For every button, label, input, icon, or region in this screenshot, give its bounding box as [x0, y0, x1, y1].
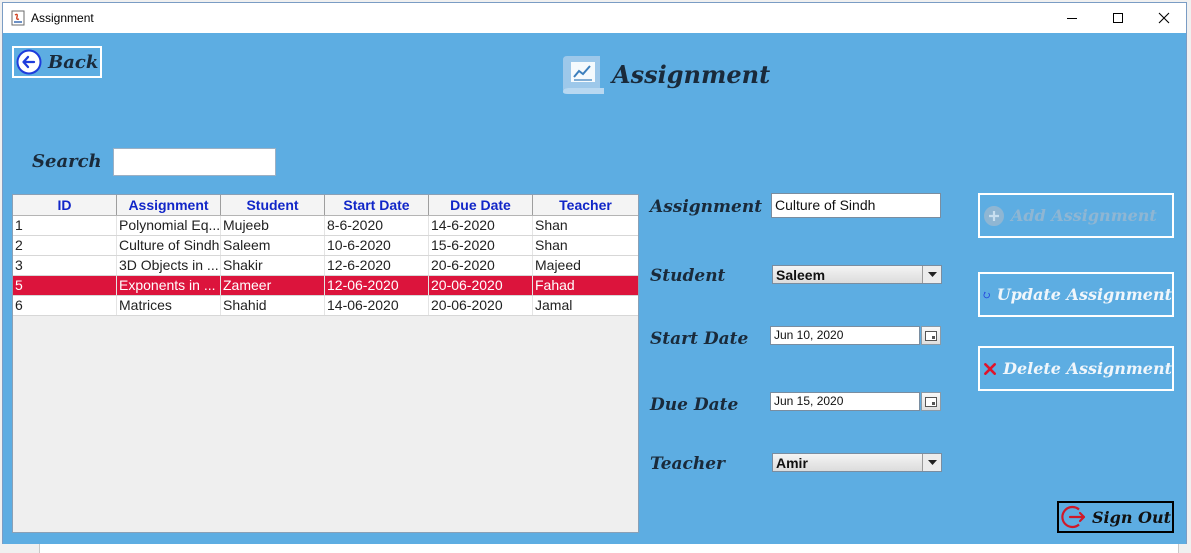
sign-out-label: Sign Out — [1092, 507, 1171, 527]
student-select-value: Saleem — [776, 266, 826, 283]
student-label: Student — [650, 266, 726, 286]
maximize-button[interactable] — [1095, 3, 1141, 33]
cell-student: Mujeeb — [221, 216, 325, 235]
column-header-start-date[interactable]: Start Date — [325, 195, 429, 215]
cell-student: Shahid — [221, 296, 325, 315]
student-select[interactable]: Saleem — [772, 265, 942, 284]
table-row[interactable]: 2 Culture of Sindh Saleem 10-6-2020 15-6… — [13, 236, 638, 256]
calendar-icon — [925, 396, 937, 407]
logout-icon — [1061, 505, 1086, 529]
chart-document-icon — [563, 56, 604, 94]
cell-teacher: Shan — [535, 237, 568, 253]
start-date-label: Start Date — [650, 329, 749, 349]
page-title: Assignment — [612, 60, 771, 89]
cell-student: Saleem — [221, 236, 325, 255]
back-label: Back — [48, 51, 99, 73]
back-button[interactable]: Back — [12, 46, 102, 78]
delete-assignment-button[interactable]: Delete Assignment — [978, 346, 1174, 391]
x-icon — [984, 362, 997, 375]
cell-assignment: Culture of Sindh — [119, 236, 221, 255]
refresh-icon — [983, 291, 990, 298]
search-label: Search — [32, 151, 102, 172]
chevron-down-icon[interactable] — [922, 454, 941, 471]
cell-start-date: 12-06-2020 — [325, 276, 429, 295]
due-date-label: Due Date — [650, 395, 739, 415]
window-title: Assignment — [31, 11, 94, 25]
cell-due-date: 14-6-2020 — [429, 216, 533, 235]
arrow-left-circle-icon — [16, 49, 42, 75]
table-header: ID Assignment Student Start Date Due Dat… — [13, 195, 638, 216]
column-header-teacher[interactable]: Teacher — [533, 195, 638, 215]
close-button[interactable] — [1141, 3, 1187, 33]
cell-id: 1 — [13, 216, 117, 235]
cell-start-date: 14-06-2020 — [325, 296, 429, 315]
chevron-down-icon[interactable] — [922, 266, 941, 283]
start-date-field[interactable]: Jun 10, 2020 — [770, 326, 920, 345]
assignment-field[interactable]: Culture of Sindh — [771, 193, 941, 218]
plus-circle-icon — [984, 205, 1004, 226]
main-panel: Back Assignment Search ID Assignment Stu… — [3, 33, 1186, 544]
cell-id: 5 — [13, 276, 117, 295]
cell-start-date: 12-6-2020 — [325, 256, 429, 275]
teacher-select-value: Amir — [776, 454, 808, 471]
title-bar: Assignment — [3, 3, 1186, 33]
sign-out-button[interactable]: Sign Out — [1057, 501, 1174, 533]
teacher-select[interactable]: Amir — [772, 453, 942, 472]
table-row-selected[interactable]: 5 Exponents in ... Zameer 12-06-2020 20-… — [13, 276, 638, 296]
minimize-icon — [1067, 18, 1077, 19]
add-assignment-label: Add Assignment — [1011, 206, 1157, 225]
cell-id: 2 — [13, 236, 117, 255]
cell-due-date: 20-06-2020 — [429, 296, 533, 315]
cell-start-date: 8-6-2020 — [325, 216, 429, 235]
cell-id: 6 — [13, 296, 117, 315]
background-window-strip — [39, 544, 1179, 553]
table-row[interactable]: 1 Polynomial Eq... Mujeeb 8-6-2020 14-6-… — [13, 216, 638, 236]
cell-student: Zameer — [221, 276, 325, 295]
delete-assignment-label: Delete Assignment — [1003, 359, 1172, 378]
maximize-icon — [1113, 13, 1123, 23]
cell-start-date: 10-6-2020 — [325, 236, 429, 255]
start-date-calendar-button[interactable] — [921, 326, 941, 345]
column-header-id[interactable]: ID — [13, 195, 117, 215]
teacher-label: Teacher — [650, 454, 726, 474]
cell-due-date: 15-6-2020 — [429, 236, 533, 255]
update-assignment-label: Update Assignment — [996, 285, 1172, 304]
cell-due-date: 20-6-2020 — [429, 256, 533, 275]
cell-teacher: Shan — [535, 217, 568, 233]
close-icon — [1158, 12, 1170, 24]
assignment-label: Assignment — [650, 197, 763, 217]
assignments-table: ID Assignment Student Start Date Due Dat… — [12, 194, 639, 533]
cell-assignment: 3D Objects in ... — [117, 256, 221, 275]
table-row[interactable]: 3 3D Objects in ... Shakir 12-6-2020 20-… — [13, 256, 638, 276]
update-assignment-button[interactable]: Update Assignment — [978, 272, 1174, 317]
cell-student: Shakir — [221, 256, 325, 275]
cell-teacher: Majeed — [535, 257, 581, 273]
search-input[interactable] — [113, 148, 276, 176]
minimize-button[interactable] — [1049, 3, 1095, 33]
app-window: Assignment Back Assignment Search ID Ass… — [2, 2, 1187, 544]
cell-assignment: Polynomial Eq... — [119, 216, 221, 235]
calendar-icon — [925, 330, 937, 341]
cell-teacher: Jamal — [535, 297, 573, 313]
column-header-due-date[interactable]: Due Date — [429, 195, 533, 215]
java-app-icon — [11, 10, 25, 26]
table-row[interactable]: 6 Matrices Shahid 14-06-2020 20-06-2020 … — [13, 296, 638, 316]
cell-teacher: Fahad — [535, 277, 575, 293]
cell-assignment: Matrices — [117, 296, 221, 315]
column-header-student[interactable]: Student — [221, 195, 325, 215]
cell-assignment: Exponents in ... — [117, 276, 221, 295]
add-assignment-button[interactable]: Add Assignment — [978, 193, 1174, 238]
column-header-assignment[interactable]: Assignment — [117, 195, 221, 215]
due-date-calendar-button[interactable] — [921, 392, 941, 411]
due-date-field[interactable]: Jun 15, 2020 — [770, 392, 920, 411]
cell-due-date: 20-06-2020 — [429, 276, 533, 295]
cell-id: 3 — [13, 256, 117, 275]
